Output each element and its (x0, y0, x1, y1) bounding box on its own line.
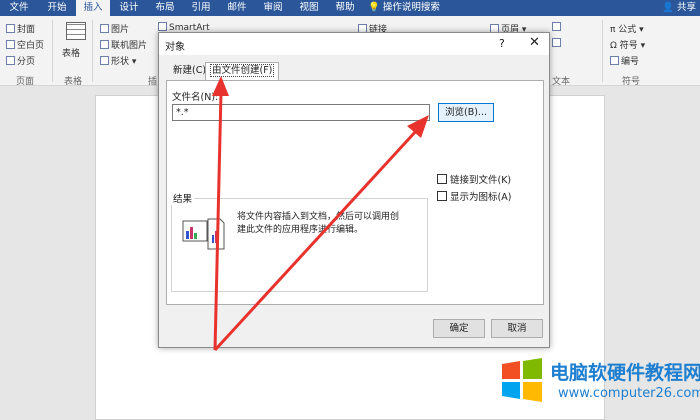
online-pictures-button[interactable]: 联机图片 (100, 38, 147, 51)
wordart-button[interactable] (552, 38, 563, 49)
picture-icon (100, 24, 109, 33)
filename-label: 文件名(N): (172, 92, 219, 103)
table-label: 表格 (62, 49, 81, 59)
tab-mailings[interactable]: 邮件 (220, 0, 254, 16)
text-group-label: 文本 (552, 77, 571, 87)
windows-logo (500, 358, 544, 402)
blank-page-button[interactable]: 空白页 (6, 38, 44, 51)
result-box: 将文件内容插入到文档，然后可以调用创建此文件的应用程序进行编辑。 (171, 198, 428, 292)
blank-page-icon (6, 40, 15, 49)
shapes-icon (100, 56, 109, 65)
equation-button[interactable]: π 公式 ▾ (610, 22, 644, 35)
pictures-button[interactable]: 图片 (100, 22, 129, 35)
symbol-label: 符号 (619, 41, 638, 51)
tab-file[interactable]: 文件 (2, 0, 36, 16)
from-file-panel: 文件名(N): *.* 浏览(B)... 链接到文件(K) 显示为图标(A) 将… (166, 80, 544, 305)
ribbon-divider (52, 20, 53, 82)
symbols-group-label: 符号 (622, 77, 641, 87)
filename-input[interactable]: *.* (172, 104, 430, 121)
tell-me-search[interactable]: 💡 操作说明搜索 (368, 0, 468, 16)
smartart-icon (158, 22, 167, 31)
ribbon-tab-bar: 文件 开始 插入 设计 布局 引用 邮件 审阅 视图 帮助 💡 操作说明搜索 👤… (0, 0, 700, 16)
tab-help[interactable]: 帮助 (328, 0, 362, 16)
pictures-label: 图片 (111, 25, 130, 35)
dialog-title: 对象 (165, 42, 185, 53)
lightbulb-icon: 💡 (368, 2, 380, 13)
help-icon[interactable]: ? (499, 37, 505, 50)
insert-file-icon (182, 217, 226, 251)
number-icon (610, 56, 619, 65)
online-picture-icon (100, 40, 109, 49)
cover-page-icon (6, 24, 15, 33)
cover-page-label: 封面 (17, 25, 36, 35)
number-label: 编号 (621, 57, 640, 67)
tab-layout[interactable]: 布局 (148, 0, 182, 16)
number-button[interactable]: 编号 (610, 54, 639, 67)
tab-create-from-file-label: 由文件创建(F) (210, 64, 275, 77)
wordart-icon (552, 38, 561, 47)
omega-icon: Ω (610, 41, 617, 51)
share-button[interactable]: 👤 共享 (662, 0, 696, 16)
text-box-icon (552, 22, 561, 31)
table-button[interactable] (62, 22, 86, 40)
tab-insert[interactable]: 插入 (76, 0, 110, 16)
table-icon (66, 22, 86, 40)
shapes-label: 形状 (111, 57, 130, 67)
symbol-button[interactable]: Ω 符号 ▾ (610, 38, 645, 51)
ribbon-divider (92, 20, 93, 82)
person-icon: 👤 (662, 2, 674, 13)
page-break-icon (6, 56, 15, 65)
tab-view[interactable]: 视图 (292, 0, 326, 16)
page-break-button[interactable]: 分页 (6, 54, 35, 67)
watermark-url: www.computer26.com (558, 386, 700, 401)
close-icon[interactable]: ✕ (529, 35, 540, 50)
watermark: 电脑软硬件教程网 www.computer26.com (494, 352, 700, 412)
text-box-button[interactable] (552, 22, 563, 33)
tab-design[interactable]: 设计 (112, 0, 146, 16)
equation-label: 公式 (618, 25, 637, 35)
checkbox-box (437, 174, 447, 184)
tab-home[interactable]: 开始 (40, 0, 74, 16)
pages-group-label: 页面 (16, 77, 35, 87)
dialog-title-bar: 对象 ? ✕ (159, 33, 549, 55)
link-to-file-checkbox[interactable]: 链接到文件(K) (437, 172, 511, 186)
object-dialog: 对象 ? ✕ 新建(C) 由文件创建(F) 文件名(N): *.* 浏览(B).… (158, 32, 550, 348)
shapes-button[interactable]: 形状 ▾ (100, 54, 136, 67)
blank-page-label: 空白页 (17, 41, 45, 51)
share-label: 共享 (676, 2, 696, 13)
ribbon-divider (602, 20, 603, 82)
tab-create-new[interactable]: 新建(C) (169, 63, 210, 80)
tab-create-from-file[interactable]: 由文件创建(F) (205, 62, 280, 81)
result-description: 将文件内容插入到文档，然后可以调用创建此文件的应用程序进行编辑。 (237, 212, 400, 235)
cover-page-button[interactable]: 封面 (6, 22, 35, 35)
result-label: 结果 (171, 191, 195, 205)
pi-icon: π (610, 25, 616, 35)
checkbox-box (437, 191, 447, 201)
display-as-icon-label: 显示为图标(A) (450, 192, 512, 203)
tab-references[interactable]: 引用 (184, 0, 218, 16)
page-break-label: 分页 (17, 57, 36, 67)
link-to-file-label: 链接到文件(K) (450, 175, 512, 186)
online-pictures-label: 联机图片 (111, 41, 148, 51)
table-group-label: 表格 (64, 77, 83, 87)
illustrations-group-label: 插 (148, 77, 158, 87)
tell-me-label: 操作说明搜索 (382, 2, 440, 13)
ok-button[interactable]: 确定 (433, 319, 485, 338)
browse-button[interactable]: 浏览(B)... (438, 103, 494, 122)
tab-review[interactable]: 审阅 (256, 0, 290, 16)
display-as-icon-checkbox[interactable]: 显示为图标(A) (437, 189, 511, 203)
cancel-button[interactable]: 取消 (491, 319, 543, 338)
watermark-title: 电脑软硬件教程网 (550, 362, 700, 384)
